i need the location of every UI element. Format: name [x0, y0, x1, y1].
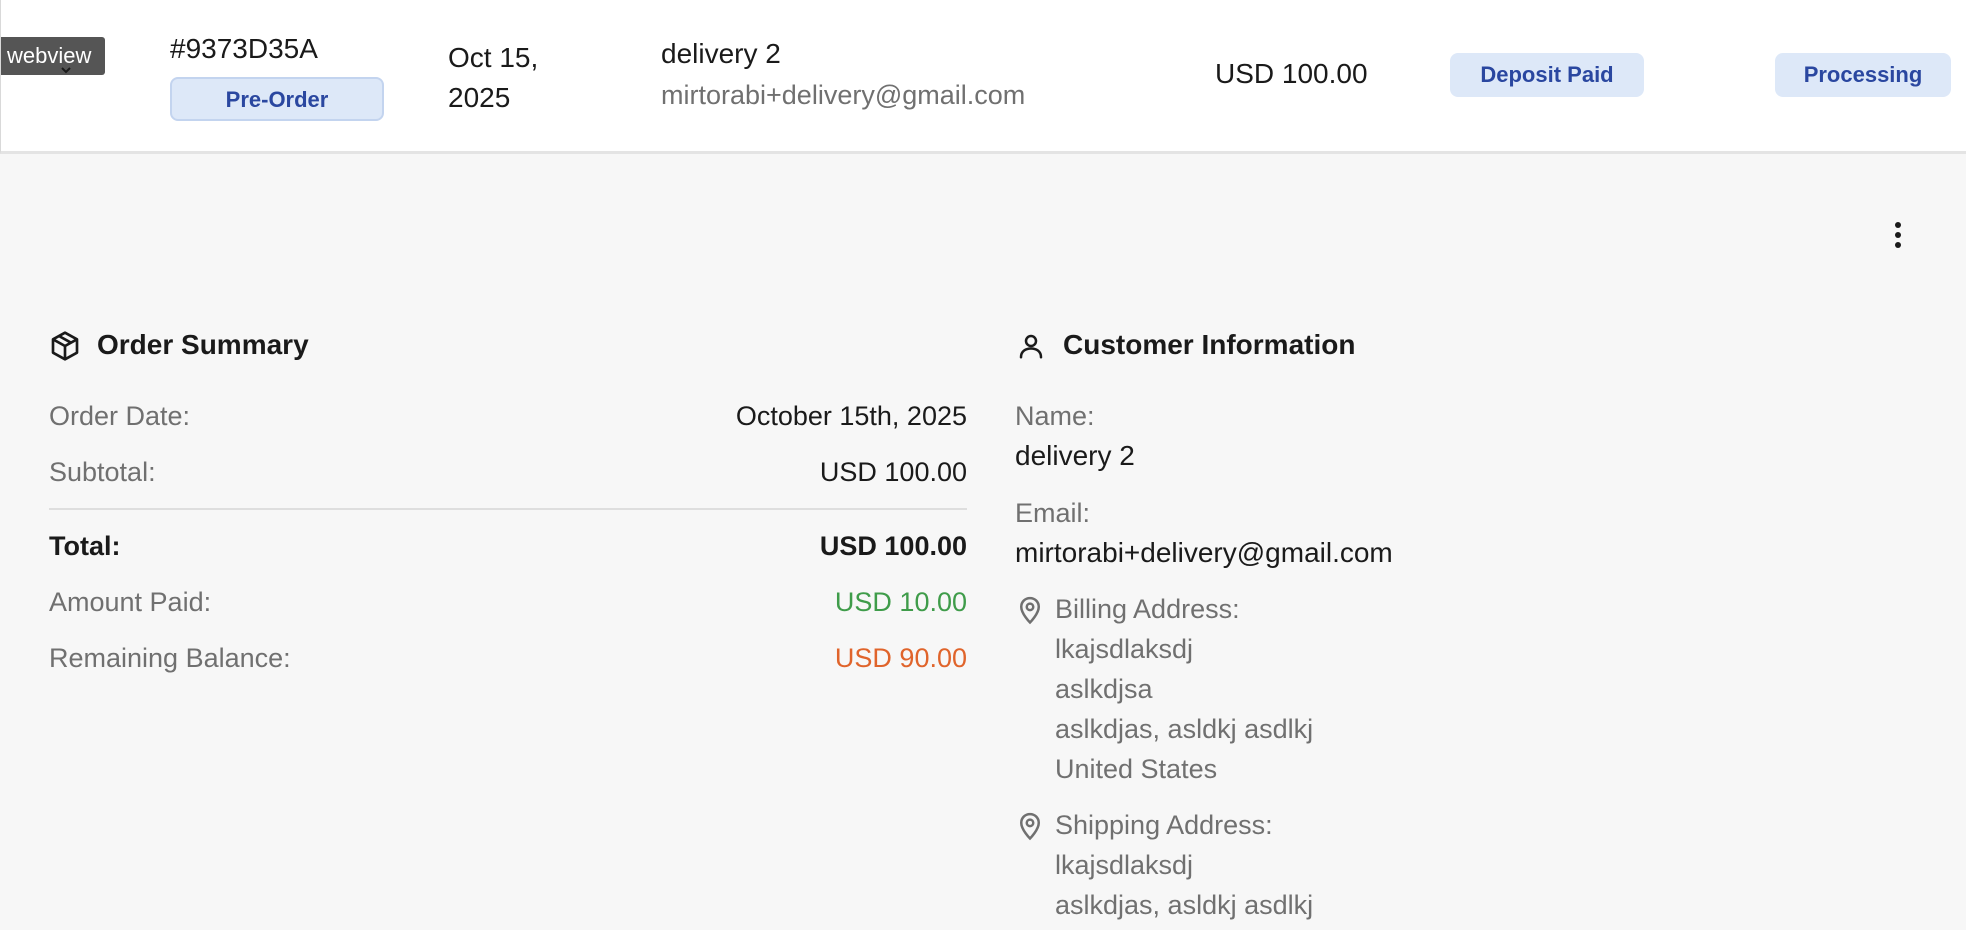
user-icon: [1019, 334, 1043, 359]
summary-divider: [49, 508, 967, 510]
customer-name-label: Name:: [1015, 401, 1095, 431]
summary-label: Amount Paid:: [49, 587, 212, 617]
customer-email-label: Email:: [1015, 498, 1091, 528]
order-row[interactable]: webview #9373D35A Pre-Order Oct 15, 2025…: [0, 0, 1966, 154]
row-amount: USD 100.00: [1215, 58, 1368, 89]
billing-address-line: aslkdjsa: [1055, 674, 1153, 704]
webview-tooltip: webview: [1, 37, 106, 75]
location-pin-icon: [1019, 812, 1041, 841]
billing-address-label: Billing Address:: [1055, 594, 1240, 624]
shipping-address-label: Shipping Address:: [1055, 810, 1273, 840]
more-vertical-icon[interactable]: [1886, 222, 1910, 256]
billing-address-line: aslkdjas, asldkj asdlkj: [1055, 714, 1314, 744]
customer-name-value: delivery 2: [1015, 440, 1135, 471]
order-date-line2: 2025: [448, 82, 511, 113]
summary-value: USD 100.00: [819, 457, 967, 487]
summary-row-amount-paid: Amount Paid: USD 10.00: [49, 587, 967, 621]
billing-address-line: lkajsdlaksdj: [1055, 634, 1194, 664]
shipping-address-line: aslkdjas, asldkj asdlkj: [1055, 890, 1314, 920]
summary-row-remaining-balance: Remaining Balance: USD 90.00: [49, 643, 967, 677]
order-status-badge: Processing: [1775, 53, 1951, 97]
row-customer-name: delivery 2: [661, 38, 781, 69]
order-date: Oct 15, 2025: [448, 38, 578, 118]
summary-value: October 15th, 2025: [735, 401, 967, 431]
summary-value: USD 10.00: [834, 587, 967, 617]
customer-information-title: Customer Information: [1063, 329, 1356, 360]
summary-row-order-date: Order Date: October 15th, 2025: [49, 401, 967, 435]
payment-status-badge: Deposit Paid: [1450, 53, 1644, 97]
order-type-badge: Pre-Order: [170, 77, 384, 121]
summary-row-total: Total: USD 100.00: [49, 531, 967, 565]
location-pin-icon: [1019, 596, 1041, 625]
summary-label: Order Date:: [49, 401, 191, 431]
summary-row-subtotal: Subtotal: USD 100.00: [49, 457, 967, 491]
row-customer-email: mirtorabi+delivery@gmail.com: [661, 80, 1026, 110]
order-date-line1: Oct 15,: [448, 42, 539, 73]
tooltip-label: webview: [7, 43, 92, 68]
summary-label: Remaining Balance:: [49, 643, 291, 673]
summary-label: Total:: [49, 531, 121, 561]
summary-label: Subtotal:: [49, 457, 156, 487]
order-summary-title: Order Summary: [97, 329, 309, 360]
customer-email-value: mirtorabi+delivery@gmail.com: [1015, 537, 1393, 568]
package-icon: [51, 331, 79, 361]
summary-value: USD 90.00: [834, 643, 967, 673]
summary-value: USD 100.00: [819, 531, 967, 561]
order-id[interactable]: #9373D35A: [170, 33, 318, 65]
billing-address-line: United States: [1055, 754, 1218, 784]
shipping-address-line: lkajsdlaksdj: [1055, 850, 1194, 880]
chevron-down-icon[interactable]: [61, 65, 71, 75]
